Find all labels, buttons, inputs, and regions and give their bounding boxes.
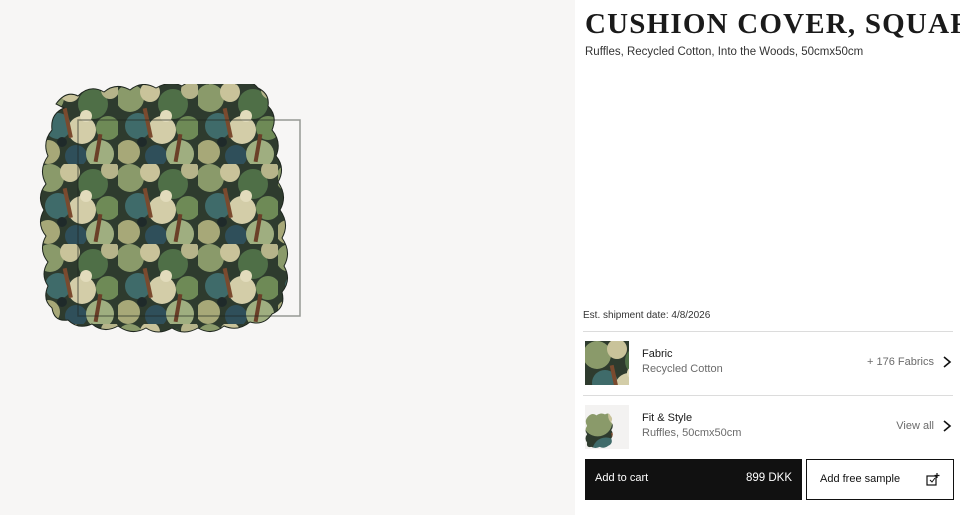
fabric-swatch-image — [585, 341, 629, 385]
add-free-sample-button[interactable]: Add free sample — [806, 459, 954, 500]
product-details-panel: CUSHION COVER, SQUARE Ruffles, Recycled … — [575, 0, 960, 515]
shipment-date: Est. shipment date: 4/8/2026 — [583, 310, 711, 321]
option-label: Fabric — [642, 348, 673, 360]
option-value: Ruffles, 50cmx50cm — [642, 427, 742, 439]
chevron-right-icon — [943, 420, 952, 432]
option-label: Fit & Style — [642, 412, 693, 424]
view-all-link[interactable]: View all — [896, 420, 934, 432]
divider — [583, 395, 953, 396]
fabric-swatch-thumbnail — [585, 341, 629, 385]
divider — [583, 331, 953, 332]
style-thumbnail — [585, 405, 629, 449]
option-value: Recycled Cotton — [642, 363, 723, 375]
fit-style-option-row[interactable]: Fit & Style Ruffles, 50cmx50cm View all — [583, 405, 953, 457]
fabric-option-row[interactable]: Fabric Recycled Cotton + 176 Fabrics — [583, 341, 953, 393]
price: 899 DKK — [745, 472, 792, 484]
forest-print-cushion-image[interactable] — [38, 84, 338, 356]
style-cushion-image — [585, 413, 613, 448]
sample-swatch-plus-icon — [926, 473, 940, 486]
fabric-count: + 176 Fabrics — [867, 356, 934, 368]
add-to-cart-button[interactable]: Add to cart 899 DKK — [585, 459, 802, 500]
page-title: CUSHION COVER, SQUARE — [585, 8, 960, 40]
product-subtitle: Ruffles, Recycled Cotton, Into the Woods… — [585, 46, 864, 58]
chevron-right-icon — [943, 356, 952, 368]
add-free-sample-label: Add free sample — [820, 473, 901, 485]
add-to-cart-label: Add to cart — [595, 472, 649, 484]
product-gallery — [0, 0, 575, 515]
